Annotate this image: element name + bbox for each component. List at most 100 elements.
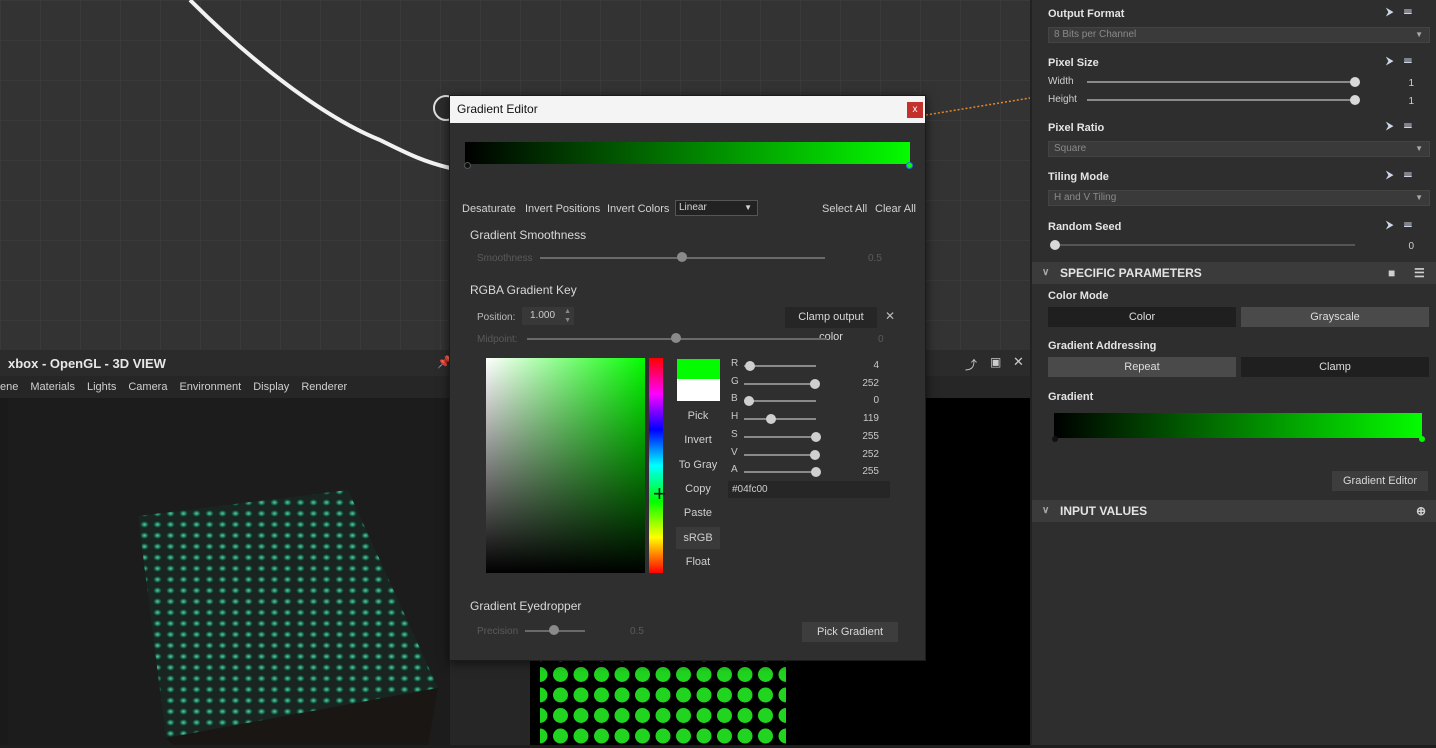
gradient-key-start[interactable]: [464, 162, 471, 169]
smoothness-slider-knob[interactable]: [677, 252, 687, 262]
3d-view-menubar: ene Materials Lights Camera Environment …: [0, 376, 450, 398]
pixel-height-slider-knob[interactable]: [1350, 95, 1360, 105]
pixel-width-value[interactable]: 1: [1402, 78, 1414, 89]
menu-display[interactable]: Display: [253, 381, 289, 393]
pixel-width-slider-knob[interactable]: [1350, 77, 1360, 87]
gradient-key-end[interactable]: [1419, 436, 1425, 442]
channel-a-row[interactable]: A255: [731, 464, 881, 480]
channel-knob[interactable]: [766, 414, 776, 424]
channel-value[interactable]: 0: [839, 395, 879, 406]
specific-parameters-header[interactable]: ∨ SPECIFIC PARAMETERS ■ ☰: [1032, 262, 1436, 284]
hex-color-input[interactable]: #04fc00: [728, 481, 890, 498]
precision-slider-knob[interactable]: [549, 625, 559, 635]
channel-track[interactable]: [744, 400, 816, 402]
position-input[interactable]: 1.000 ▲▼: [522, 307, 574, 325]
channel-value[interactable]: 252: [839, 449, 879, 460]
float-button[interactable]: Float: [676, 556, 720, 568]
saturation-value-picker[interactable]: [486, 358, 645, 573]
channel-value[interactable]: 252: [839, 378, 879, 389]
channel-v-row[interactable]: V252: [731, 447, 881, 463]
gradient-key-start[interactable]: [1052, 436, 1058, 442]
hue-slider[interactable]: [649, 358, 663, 573]
to-gray-button[interactable]: To Gray: [676, 459, 720, 471]
menu-icon: ☰: [1404, 55, 1422, 67]
input-values-header[interactable]: ∨ INPUT VALUES ⊕: [1032, 500, 1436, 522]
param-icons[interactable]: ⮞☰: [1386, 6, 1422, 19]
gradient-editor-button[interactable]: Gradient Editor: [1332, 471, 1428, 491]
menu-scene[interactable]: ene: [0, 381, 18, 393]
invert-positions-button[interactable]: Invert Positions: [525, 203, 600, 215]
pixel-height-value[interactable]: 1: [1402, 96, 1414, 107]
maximize-icon[interactable]: ▣: [990, 355, 1001, 369]
pick-button[interactable]: Pick: [676, 410, 720, 422]
param-icons[interactable]: ⮞☰: [1386, 219, 1422, 232]
node-link-dashed: [926, 98, 1030, 115]
channel-s-row[interactable]: S255: [731, 429, 881, 445]
channel-knob[interactable]: [745, 361, 755, 371]
pick-gradient-button[interactable]: Pick Gradient: [802, 622, 898, 642]
channel-value[interactable]: 255: [839, 431, 879, 442]
param-icons[interactable]: ⮞☰: [1386, 120, 1422, 133]
dialog-titlebar[interactable]: Gradient Editor x: [450, 96, 925, 123]
copy-button[interactable]: Copy: [676, 483, 720, 495]
channel-value[interactable]: 4: [839, 360, 879, 371]
random-seed-value[interactable]: 0: [1402, 241, 1414, 252]
invert-button[interactable]: Invert: [676, 434, 720, 446]
addressing-clamp-button[interactable]: Clamp: [1241, 357, 1429, 377]
tiling-mode-dropdown[interactable]: H and V Tiling▼: [1048, 190, 1430, 206]
channel-g-row[interactable]: G252: [731, 376, 881, 392]
close-icon[interactable]: ✕: [1013, 354, 1024, 370]
channel-knob[interactable]: [810, 379, 820, 389]
3d-viewport[interactable]: [8, 398, 450, 745]
random-seed-slider-track[interactable]: [1052, 244, 1355, 246]
menu-camera[interactable]: Camera: [128, 381, 167, 393]
interpolation-dropdown[interactable]: Linear ▼: [675, 200, 758, 216]
output-format-dropdown[interactable]: 8 Bits per Channel▼: [1048, 27, 1430, 43]
channel-track[interactable]: [744, 418, 816, 420]
clamp-output-color-button[interactable]: Clamp output color: [785, 307, 877, 328]
channel-track[interactable]: [744, 454, 816, 456]
pixel-height-slider-track[interactable]: [1087, 99, 1355, 101]
paste-button[interactable]: Paste: [676, 507, 720, 519]
menu-icon[interactable]: ☰: [1414, 262, 1425, 284]
color-mode-grayscale-button[interactable]: Grayscale: [1241, 307, 1429, 327]
param-icons[interactable]: ⮞☰: [1386, 55, 1422, 68]
channel-h-row[interactable]: H119: [731, 411, 881, 427]
channel-knob[interactable]: [811, 432, 821, 442]
pixel-width-slider-track[interactable]: [1087, 81, 1355, 83]
add-icon[interactable]: ⊕: [1416, 500, 1426, 522]
channel-knob[interactable]: [744, 396, 754, 406]
menu-lights[interactable]: Lights: [87, 381, 116, 393]
spinner-icon[interactable]: ▲▼: [564, 307, 571, 325]
clear-all-button[interactable]: Clear All: [875, 203, 916, 215]
gradient-strip[interactable]: [465, 142, 910, 164]
midpoint-slider-knob[interactable]: [671, 333, 681, 343]
addressing-repeat-button[interactable]: Repeat: [1048, 357, 1236, 377]
param-icons[interactable]: ⮞☰: [1386, 169, 1422, 182]
channel-r-row[interactable]: R4: [731, 358, 881, 374]
menu-environment[interactable]: Environment: [179, 381, 241, 393]
desaturate-button[interactable]: Desaturate: [462, 203, 516, 215]
close-button[interactable]: x: [907, 102, 923, 118]
select-all-button[interactable]: Select All: [822, 203, 867, 215]
remove-key-icon[interactable]: ✕: [885, 309, 895, 323]
srgb-button[interactable]: sRGB: [676, 527, 720, 549]
channel-track[interactable]: [744, 436, 816, 438]
random-seed-slider-knob[interactable]: [1050, 240, 1060, 250]
channel-track[interactable]: [744, 471, 816, 473]
gradient-key-end[interactable]: [906, 162, 913, 169]
menu-renderer[interactable]: Renderer: [301, 381, 347, 393]
pixel-ratio-dropdown[interactable]: Square▼: [1048, 141, 1430, 157]
channel-knob[interactable]: [810, 450, 820, 460]
channel-value[interactable]: 119: [839, 413, 879, 424]
channel-b-row[interactable]: B0: [731, 393, 881, 409]
channel-value[interactable]: 255: [839, 466, 879, 477]
gradient-preview-bar[interactable]: [1054, 413, 1422, 438]
menu-materials[interactable]: Materials: [30, 381, 75, 393]
color-mode-color-button[interactable]: Color: [1048, 307, 1236, 327]
bookmark-icon[interactable]: ■: [1388, 262, 1395, 284]
channel-knob[interactable]: [811, 467, 821, 477]
invert-colors-button[interactable]: Invert Colors: [607, 203, 669, 215]
pin-icon[interactable]: ⤴: [965, 356, 977, 373]
channel-track[interactable]: [744, 383, 816, 385]
